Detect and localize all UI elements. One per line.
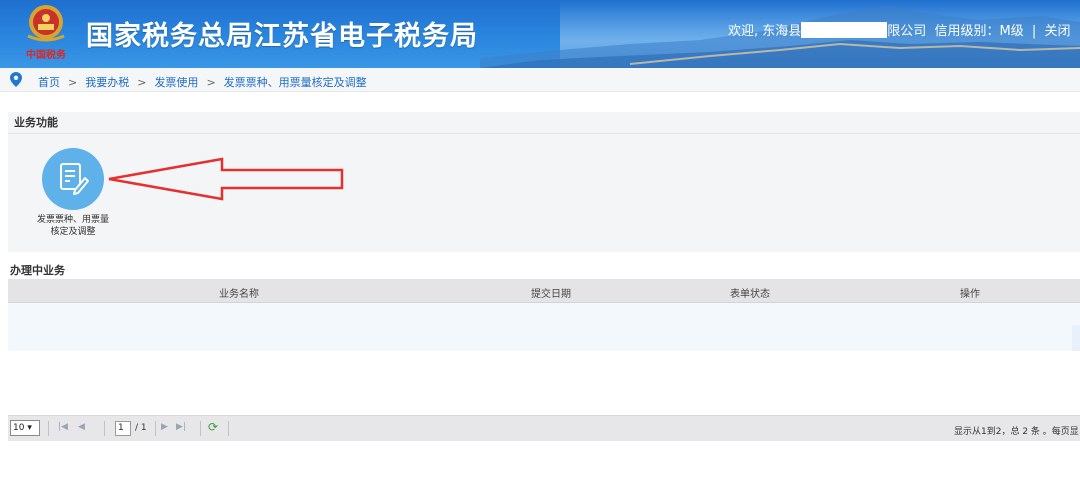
page-size-select[interactable]: 10 ▾ [10, 420, 40, 436]
column-header-action[interactable]: 操作 [960, 285, 980, 300]
pager-divider [48, 421, 49, 436]
annotation-arrow-icon [108, 157, 344, 201]
site-title: 国家税务总局江苏省电子税务局 [86, 21, 478, 52]
refresh-icon[interactable]: ⟳ [208, 420, 218, 434]
location-pin-icon [10, 72, 22, 87]
invoice-verification-function[interactable]: 发票票种、用票量 核定及调整 [30, 148, 116, 238]
pager-divider [200, 421, 201, 436]
function-label[interactable]: 发票票种、用票量 核定及调整 [30, 214, 116, 238]
close-link[interactable]: 关闭 [1044, 24, 1070, 39]
in-progress-table: 业务名称 提交日期 表单状态 操作 [8, 279, 1080, 351]
breadcrumb: 首页 > 我要办税 > 发票使用 > 发票票种、用票量核定及调整 [0, 68, 1080, 92]
edit-document-icon[interactable] [42, 148, 104, 210]
column-header-name[interactable]: 业务名称 [219, 285, 259, 300]
top-header: 中国税务 国家税务总局江苏省电子税务局 欢迎, 东海县 限公司 信用级别：M级 |… [0, 0, 1080, 68]
breadcrumb-current-page[interactable]: 发票票种、用票量核定及调整 [224, 76, 367, 89]
breadcrumb-invoice-use[interactable]: 发票使用 [154, 76, 198, 89]
credit-level: 信用级别：M级 [934, 24, 1024, 39]
table-body [8, 303, 1080, 351]
pager-divider [104, 421, 105, 436]
svg-text:中国税务: 中国税务 [26, 48, 67, 61]
breadcrumb-home[interactable]: 首页 [38, 76, 60, 89]
pager-divider [228, 421, 229, 436]
breadcrumb-tax-handling[interactable]: 我要办税 [85, 76, 129, 89]
prev-page-icon[interactable]: ◀ [78, 422, 85, 432]
scrollbar[interactable] [1072, 325, 1080, 351]
business-function-title: 业务功能 [8, 112, 1080, 134]
next-page-icon[interactable]: ▶ [161, 422, 168, 432]
pagination-bar: 10 ▾ |◀ ◀ 1 / 1 ▶ ▶| ⟳ 显示从1到2，总 2 条 。每页显 [8, 415, 1080, 441]
column-header-form-status[interactable]: 表单状态 [730, 285, 770, 300]
total-pages: / 1 [135, 423, 147, 433]
current-page-input[interactable]: 1 [115, 421, 131, 436]
last-page-icon[interactable]: ▶| [176, 422, 186, 432]
redacted-company-name [801, 22, 888, 38]
in-progress-title: 办理中业务 [10, 264, 65, 277]
breadcrumb-separator: > [68, 76, 78, 89]
function-label-line2: 核定及调整 [50, 227, 96, 237]
breadcrumb-separator: > [206, 76, 216, 89]
user-info-bar: 欢迎, 东海县 限公司 信用级别：M级 | 关闭 [728, 20, 1070, 39]
header-divider: | [1031, 24, 1037, 39]
function-label-line1: 发票票种、用票量 [36, 215, 109, 225]
tax-bureau-logo: 中国税务 [26, 5, 67, 61]
column-header-submit-date[interactable]: 提交日期 [531, 285, 571, 300]
first-page-icon[interactable]: |◀ [58, 422, 68, 432]
pagination-summary: 显示从1到2，总 2 条 。每页显 [954, 427, 1079, 437]
table-header: 业务名称 提交日期 表单状态 操作 [8, 279, 1080, 303]
welcome-text: 欢迎, 东海县 [728, 24, 802, 39]
breadcrumb-separator: > [137, 76, 147, 89]
welcome-company-suffix: 限公司 [887, 24, 927, 39]
pager-divider [155, 421, 156, 436]
